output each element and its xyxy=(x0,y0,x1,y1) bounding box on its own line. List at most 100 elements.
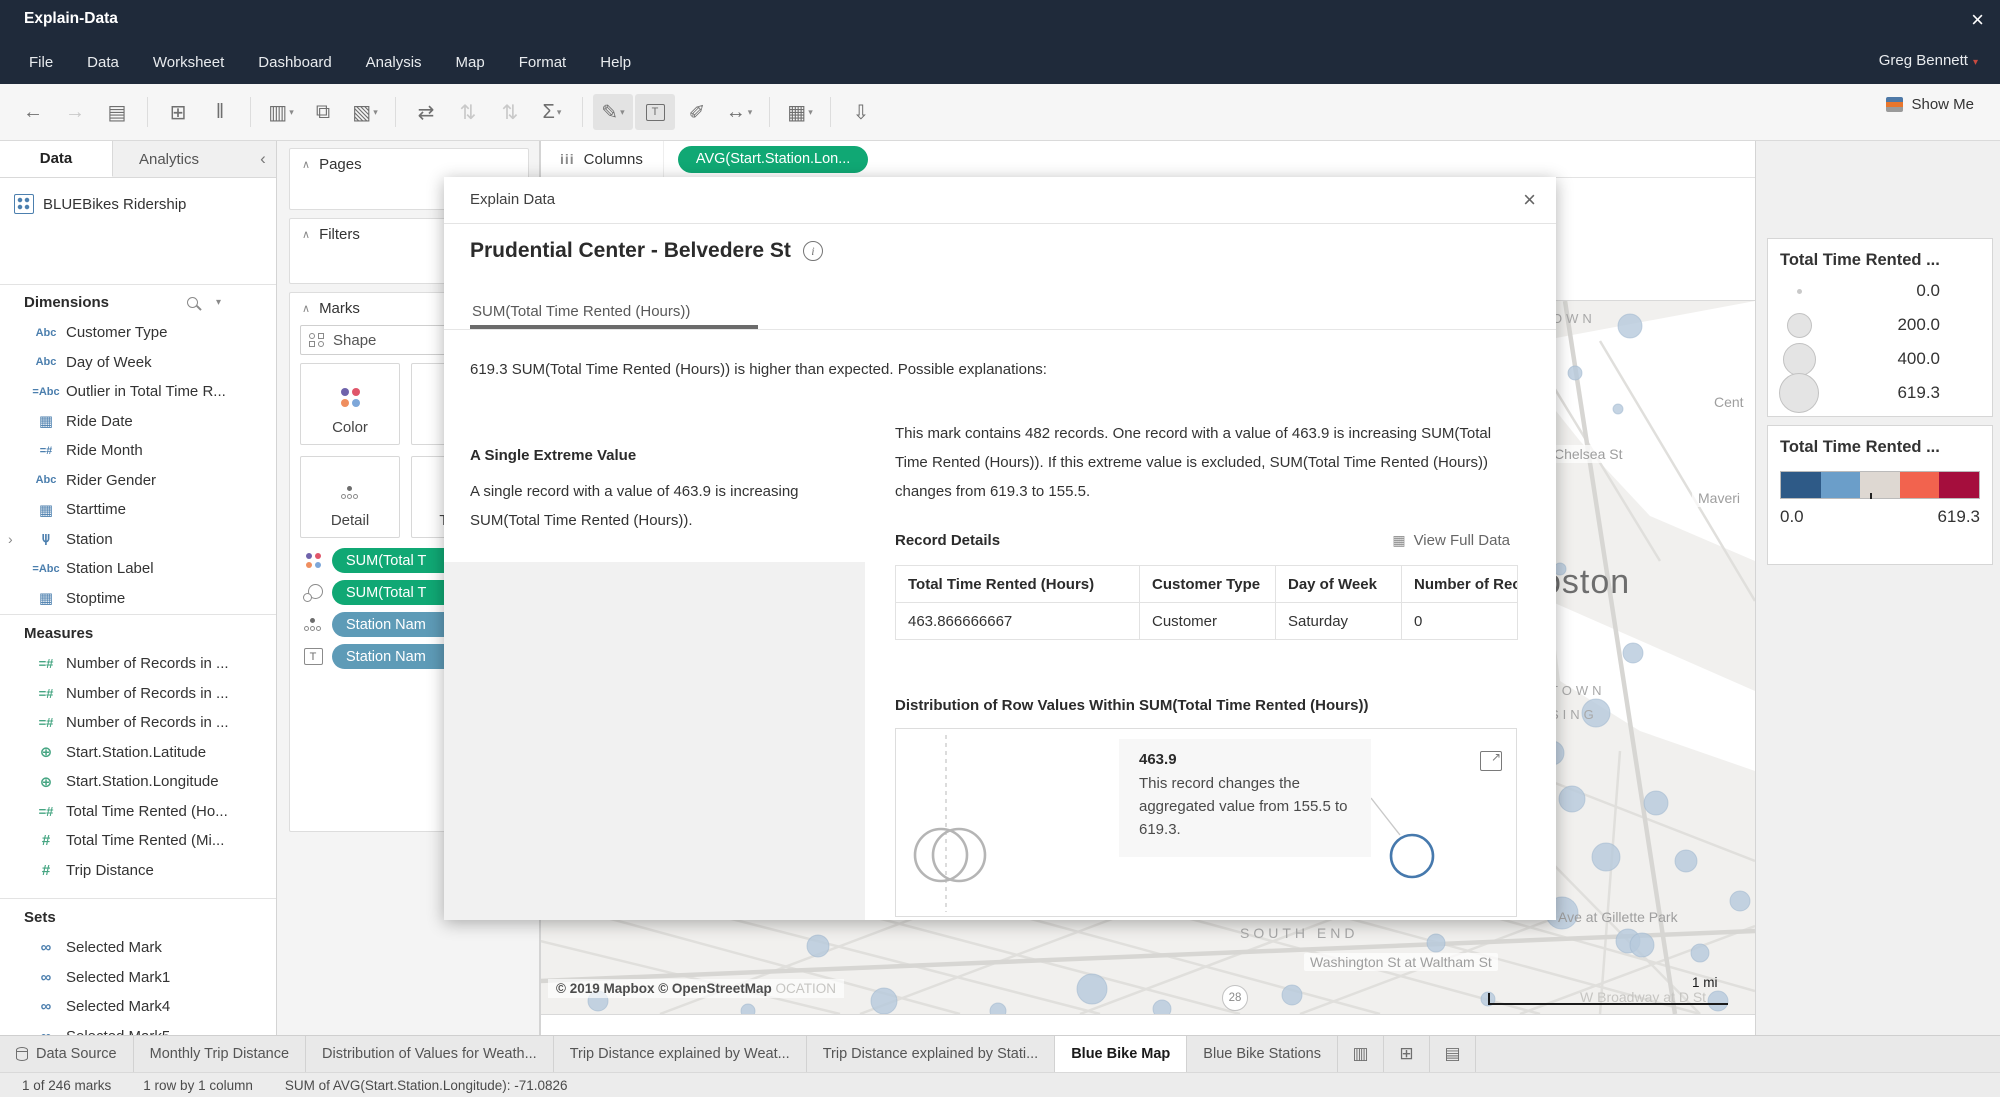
field-outlier[interactable]: =AbcOutlier in Total Time R... xyxy=(0,377,276,407)
field-station-label[interactable]: =AbcStation Label xyxy=(0,554,276,584)
menu-help[interactable]: Help xyxy=(583,54,648,71)
collapse-card-icon[interactable]: ∧ xyxy=(302,158,310,171)
menu-format[interactable]: Format xyxy=(502,54,584,71)
calc-abc-icon: =Abc xyxy=(26,386,66,398)
tab-analytics[interactable]: Analytics xyxy=(113,141,225,177)
field-number-of-records-1[interactable]: =#Number of Records in ... xyxy=(0,649,276,679)
save-icon[interactable]: ▤ xyxy=(97,94,137,130)
tab-trip-distance-weather[interactable]: Trip Distance explained by Weat... xyxy=(554,1036,807,1072)
distribution-chart[interactable]: 463.9 This record changes the aggregated… xyxy=(895,728,1517,917)
new-worksheet-tab-icon[interactable]: ▥ xyxy=(1338,1036,1384,1072)
collapse-pane-icon[interactable]: ‹ xyxy=(250,141,276,177)
set-selected-mark5[interactable]: ∞Selected Mark5 xyxy=(0,1022,276,1036)
window-close-icon[interactable]: × xyxy=(1971,7,1984,33)
map-scale-bar xyxy=(1488,993,1728,1005)
annotate-icon[interactable]: ✐ xyxy=(677,94,717,130)
sets-header: Sets xyxy=(0,902,276,933)
abc-icon: Abc xyxy=(26,356,66,368)
totals-icon[interactable]: Σ▾ xyxy=(532,94,572,130)
color-button[interactable]: Color xyxy=(300,363,400,445)
tab-trip-distance-station[interactable]: Trip Distance explained by Stati... xyxy=(807,1036,1055,1072)
new-dashboard-tab-icon[interactable]: ⊞ xyxy=(1384,1036,1430,1072)
show-cards-icon[interactable]: ▦▾ xyxy=(780,94,820,130)
clear-sheet-icon[interactable]: ▧▾ xyxy=(345,94,385,130)
tab-blue-bike-map[interactable]: Blue Bike Map xyxy=(1055,1036,1187,1072)
color-gradient-bar[interactable] xyxy=(1780,471,1980,499)
new-worksheet-icon[interactable]: ▥▾ xyxy=(261,94,301,130)
new-story-tab-icon[interactable]: ▤ xyxy=(1430,1036,1476,1072)
pause-updates-icon[interactable]: ‖ xyxy=(200,94,240,130)
menu-dashboard[interactable]: Dashboard xyxy=(241,54,348,71)
columns-shelf[interactable]: iii Columns AVG(Start.Station.Lon... xyxy=(540,141,1755,178)
size-legend-row[interactable]: 0.0 xyxy=(1768,274,1992,308)
menu-data[interactable]: Data xyxy=(70,54,136,71)
dimensions-header: Dimensions ▾ xyxy=(0,287,276,318)
color-legend-card[interactable]: Total Time Rented ... 0.0 619.3 xyxy=(1767,425,1993,565)
field-stoptime[interactable]: ▦Stoptime xyxy=(0,584,276,614)
menu-analysis[interactable]: Analysis xyxy=(349,54,439,71)
user-menu[interactable]: Greg Bennett▾ xyxy=(1879,52,1978,69)
size-legend-row[interactable]: 200.0 xyxy=(1768,308,1992,342)
field-total-time-rented-minutes[interactable]: #Total Time Rented (Mi... xyxy=(0,826,276,856)
pane-menu-caret-icon[interactable]: ▾ xyxy=(216,297,221,308)
info-icon[interactable]: i xyxy=(803,241,823,261)
undo-icon[interactable]: ← xyxy=(13,94,53,130)
menu-map[interactable]: Map xyxy=(439,54,502,71)
collapse-card-icon[interactable]: ∧ xyxy=(302,302,310,315)
tab-data-source[interactable]: Data Source xyxy=(0,1036,134,1072)
field-ride-month[interactable]: =#Ride Month xyxy=(0,436,276,466)
explanation-heading[interactable]: A Single Extreme Value xyxy=(470,447,636,464)
dialog-close-icon[interactable]: × xyxy=(1523,187,1536,213)
size-legend-row[interactable]: 400.0 xyxy=(1768,342,1992,376)
dialog-summary: 619.3 SUM(Total Time Rented (Hours)) is … xyxy=(470,361,1047,378)
open-chart-icon[interactable]: ↗ xyxy=(1480,751,1502,771)
tab-data[interactable]: Data xyxy=(0,141,113,177)
set-selected-mark1[interactable]: ∞Selected Mark1 xyxy=(0,963,276,993)
search-icon[interactable] xyxy=(187,297,198,308)
field-number-of-records-3[interactable]: =#Number of Records in ... xyxy=(0,708,276,738)
dialog-tab-sum-total-time[interactable]: SUM(Total Time Rented (Hours)) xyxy=(472,303,690,320)
show-mark-labels-icon[interactable]: T xyxy=(635,94,675,130)
table-row[interactable]: 463.866666667 Customer Saturday 0 xyxy=(896,603,1518,640)
show-me-button[interactable]: Show Me xyxy=(1886,96,1974,113)
size-legend-card[interactable]: Total Time Rented ... 0.0 200.0 400.0 61… xyxy=(1767,238,1993,417)
map-label-town: OWN xyxy=(1552,311,1596,326)
presentation-mode-icon[interactable]: ⇩ xyxy=(841,94,881,130)
toolbar-separator xyxy=(147,97,148,127)
field-trip-distance[interactable]: #Trip Distance xyxy=(0,856,276,886)
highlight-icon[interactable]: ✎▾ xyxy=(593,94,633,130)
user-caret-icon: ▾ xyxy=(1973,57,1978,68)
set-selected-mark4[interactable]: ∞Selected Mark4 xyxy=(0,992,276,1022)
field-start-station-longitude[interactable]: ⊕Start.Station.Longitude xyxy=(0,767,276,797)
duplicate-icon[interactable]: ⧉ xyxy=(303,94,343,130)
tab-monthly-trip-distance[interactable]: Monthly Trip Distance xyxy=(134,1036,306,1072)
sort-descending-icon[interactable]: ⇅ xyxy=(490,94,530,130)
view-full-data-link[interactable]: ▦ View Full Data xyxy=(1392,532,1510,549)
field-station[interactable]: ›⋔Station xyxy=(0,525,276,555)
detail-button[interactable]: Detail xyxy=(300,456,400,538)
datasource-item[interactable]: BLUEBikes Ridership xyxy=(0,189,276,219)
menu-file[interactable]: File xyxy=(12,54,70,71)
field-number-of-records-2[interactable]: =#Number of Records in ... xyxy=(0,679,276,709)
field-customer-type[interactable]: AbcCustomer Type xyxy=(0,318,276,348)
tab-blue-bike-stations[interactable]: Blue Bike Stations xyxy=(1187,1036,1338,1072)
fix-axes-icon[interactable]: ↔▾ xyxy=(719,94,759,130)
field-start-station-latitude[interactable]: ⊕Start.Station.Latitude xyxy=(0,738,276,768)
size-legend-row[interactable]: 619.3 xyxy=(1768,376,1992,410)
field-ride-date[interactable]: ▦Ride Date xyxy=(0,407,276,437)
expander-icon[interactable]: › xyxy=(8,531,13,547)
sort-ascending-icon[interactable]: ⇅ xyxy=(448,94,488,130)
collapse-card-icon[interactable]: ∧ xyxy=(302,228,310,241)
redo-icon[interactable]: → xyxy=(55,94,95,130)
field-day-of-week[interactable]: AbcDay of Week xyxy=(0,348,276,378)
menu-worksheet[interactable]: Worksheet xyxy=(136,54,241,71)
field-total-time-rented-hours[interactable]: =#Total Time Rented (Ho... xyxy=(0,797,276,827)
field-starttime[interactable]: ▦Starttime xyxy=(0,495,276,525)
status-marks: 1 of 246 marks xyxy=(22,1078,111,1093)
set-selected-mark[interactable]: ∞Selected Mark xyxy=(0,933,276,963)
swap-rows-columns-icon[interactable]: ⇄ xyxy=(406,94,446,130)
field-rider-gender[interactable]: AbcRider Gender xyxy=(0,466,276,496)
tab-distribution-of-values[interactable]: Distribution of Values for Weath... xyxy=(306,1036,554,1072)
pill-avg-start-station-longitude[interactable]: AVG(Start.Station.Lon... xyxy=(678,146,868,173)
new-datasource-icon[interactable]: ⊞ xyxy=(158,94,198,130)
